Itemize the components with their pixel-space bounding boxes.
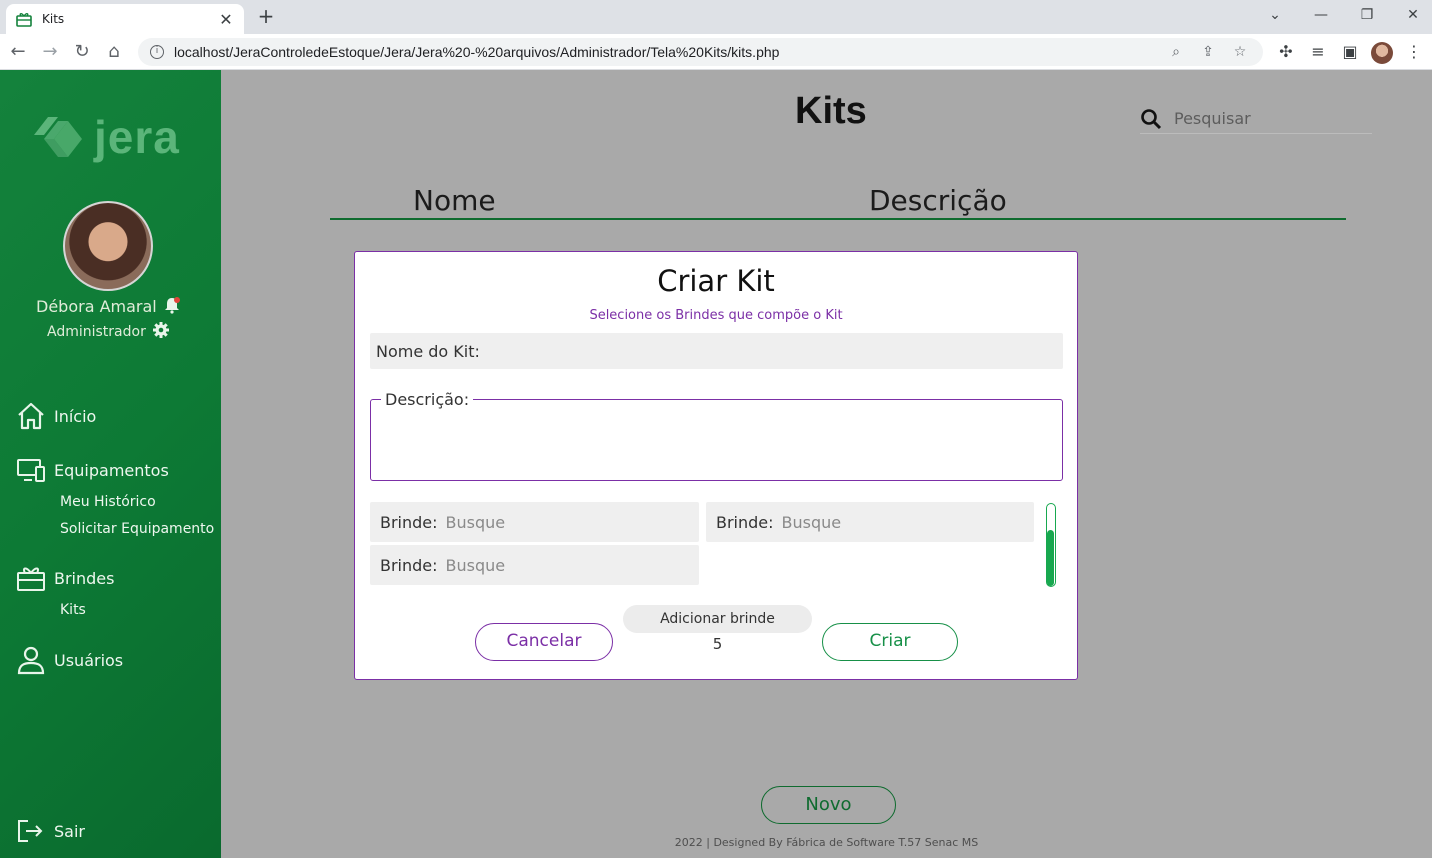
column-header-descricao: Descrição	[869, 184, 1007, 217]
sidebar: jera Débora Amaral Administrador Início …	[0, 70, 221, 858]
logo-text: jera	[94, 111, 180, 163]
user-avatar[interactable]	[63, 201, 153, 291]
settings-gear-icon[interactable]	[152, 321, 170, 339]
brinde-count: 5	[712, 635, 723, 653]
media-icon[interactable]: ≡	[1306, 40, 1330, 64]
browser-toolbar: ← → ↻ ⌂ i localhost/JeraControledeEstoqu…	[0, 34, 1432, 70]
nav-usuarios[interactable]: Usuários	[16, 645, 123, 675]
nav-meu-historico[interactable]: Meu Histórico	[60, 494, 156, 510]
back-icon[interactable]: ←	[6, 40, 30, 64]
url-text: localhost/JeraControledeEstoque/Jera/Jer…	[174, 44, 780, 60]
bookmark-star-icon[interactable]: ☆	[1229, 44, 1251, 60]
search-icon	[1141, 108, 1162, 129]
brinde-label: Brinde:	[380, 512, 438, 532]
create-button[interactable]: Criar	[822, 623, 958, 661]
scrollbar-thumb[interactable]	[1047, 530, 1054, 586]
nav-equipamentos[interactable]: Equipamentos	[16, 456, 169, 484]
nav-brindes-label: Brindes	[54, 568, 115, 588]
devices-icon	[17, 459, 45, 482]
brinde-placeholder: Busque	[781, 512, 842, 532]
home-icon[interactable]: ⌂	[102, 40, 126, 64]
nav-kits[interactable]: Kits	[60, 602, 86, 618]
gift-icon	[16, 13, 32, 27]
modal-subtitle: Selecione os Brindes que compõe o Kit	[589, 308, 843, 323]
header-divider	[330, 218, 1346, 220]
brinde-label: Brinde:	[380, 555, 438, 575]
nav-brindes[interactable]: Brindes	[16, 564, 114, 592]
gift-icon	[17, 567, 45, 591]
zoom-icon[interactable]: ⌕	[1165, 44, 1187, 60]
new-tab-button[interactable]: +	[254, 5, 278, 29]
create-kit-modal: Criar Kit Selecione os Brindes que compõ…	[354, 251, 1078, 680]
brinde-label: Brinde:	[716, 512, 774, 532]
nav-solicitar-equipamento[interactable]: Solicitar Equipamento	[60, 521, 214, 537]
minimize-button[interactable]: —	[1298, 0, 1344, 30]
add-brinde-button[interactable]: Adicionar brinde	[623, 605, 812, 633]
search-field[interactable]: Pesquisar	[1140, 104, 1372, 134]
close-tab-icon[interactable]: ✕	[218, 10, 234, 29]
jera-logo-mark-icon	[34, 117, 82, 157]
share-icon[interactable]: ⇪	[1197, 44, 1219, 60]
site-info-icon[interactable]: i	[150, 45, 164, 59]
address-bar[interactable]: i localhost/JeraControledeEstoque/Jera/J…	[138, 38, 1263, 66]
close-window-button[interactable]: ✕	[1390, 0, 1432, 30]
user-name: Débora Amaral	[36, 297, 157, 316]
kit-name-input[interactable]: Nome do Kit:	[370, 333, 1063, 369]
restore-button[interactable]: ❐	[1344, 0, 1390, 30]
reload-icon[interactable]: ↻	[70, 40, 94, 64]
profile-avatar[interactable]	[1371, 42, 1393, 64]
user-role: Administrador	[47, 324, 146, 340]
user-icon	[17, 646, 45, 675]
jera-logo: jera	[34, 110, 180, 164]
nav-inicio[interactable]: Início	[16, 401, 96, 431]
brinde-search-input[interactable]: Brinde: Busque	[370, 502, 699, 542]
brinde-search-input[interactable]: Brinde: Busque	[706, 502, 1034, 542]
search-placeholder: Pesquisar	[1174, 109, 1251, 128]
brinde-placeholder: Busque	[445, 512, 506, 532]
modal-title: Criar Kit	[657, 264, 775, 298]
extensions-icon[interactable]: ✣	[1274, 40, 1298, 64]
side-panel-icon[interactable]: ▣	[1338, 40, 1362, 64]
brinde-list-scrollbar[interactable]	[1046, 503, 1056, 587]
tab-search-icon[interactable]: ⌄	[1252, 0, 1298, 30]
browser-tab[interactable]: Kits ✕	[6, 4, 244, 34]
notification-bell-icon[interactable]	[163, 296, 181, 314]
brinde-placeholder: Busque	[445, 555, 506, 575]
nav-equipamentos-label: Equipamentos	[54, 460, 169, 480]
description-legend: Descrição:	[381, 390, 474, 409]
footer-credits: 2022 | Designed By Fábrica de Software T…	[674, 836, 979, 849]
home-icon	[18, 402, 44, 430]
menu-kebab-icon[interactable]: ⋮	[1402, 40, 1426, 64]
new-kit-button[interactable]: Novo	[761, 786, 896, 824]
tab-title: Kits	[42, 12, 65, 26]
column-header-nome: Nome	[413, 184, 496, 217]
forward-icon[interactable]: →	[38, 40, 62, 64]
description-textarea[interactable]: Descrição:	[370, 390, 1063, 481]
browser-tab-bar: Kits ✕ + ⌄ — ❐ ✕	[0, 0, 1432, 34]
brinde-search-input[interactable]: Brinde: Busque	[370, 545, 699, 585]
nav-usuarios-label: Usuários	[54, 650, 124, 670]
cancel-button[interactable]: Cancelar	[475, 623, 613, 661]
page-title: Kits	[795, 90, 867, 132]
nav-inicio-label: Início	[54, 406, 97, 426]
